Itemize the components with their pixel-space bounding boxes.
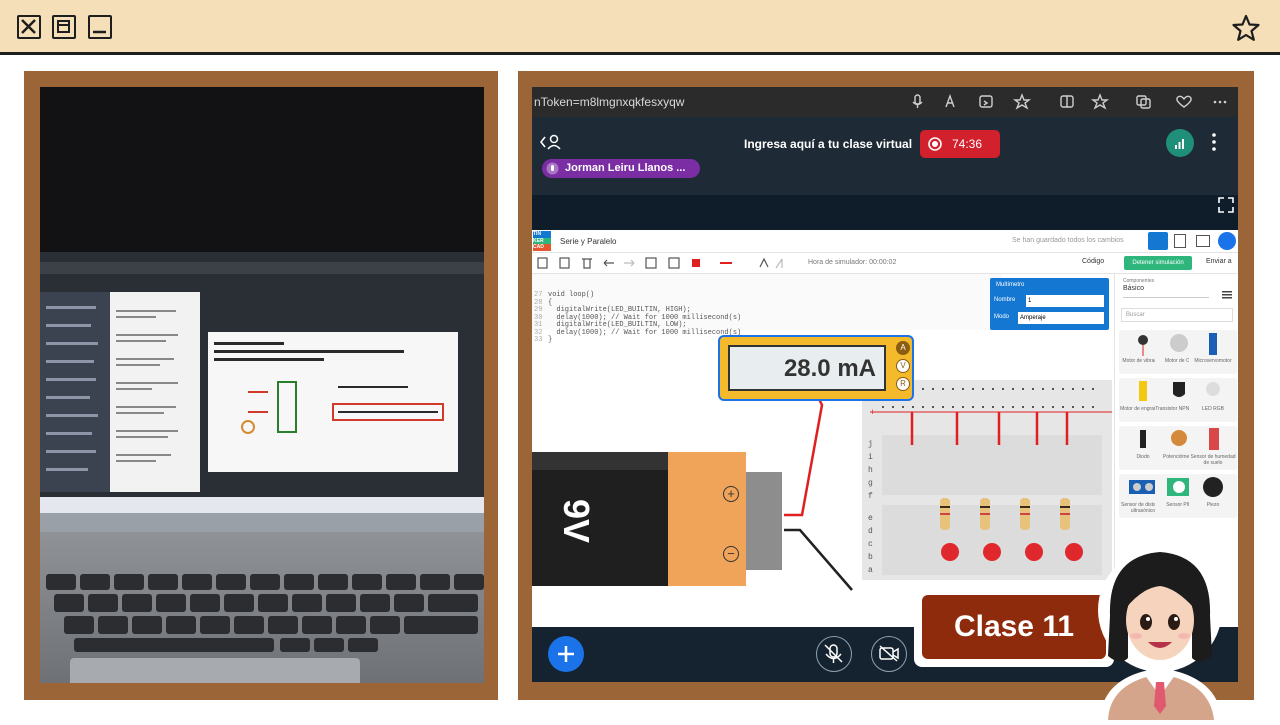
browser-address-bar: nToken=m8lmgnxqkfesxyqw [532, 87, 1238, 117]
photo-taskbar [40, 497, 484, 513]
maximize-icon[interactable] [52, 15, 76, 39]
minimize-icon[interactable] [88, 15, 112, 39]
touchpad [70, 658, 360, 683]
wire-black-battery [784, 528, 853, 591]
url-text[interactable]: nToken=m8lmgnxqkfesxyqw [534, 95, 684, 109]
speaker-mic-icon [546, 162, 559, 175]
more-icon [1213, 100, 1227, 104]
photo-chat-panel [110, 292, 200, 492]
fullscreen-icon[interactable] [1218, 197, 1234, 218]
mode-ammeter-button[interactable]: A [896, 341, 910, 355]
component-micro-servo[interactable]: Microservomotor [1189, 330, 1237, 374]
camera-off-button[interactable] [871, 636, 907, 672]
recording-time: 74:36 [952, 137, 983, 151]
window-title-bar [0, 0, 1280, 55]
component-soil-moisture-sensor[interactable]: Sensor de humedad de suelo [1189, 426, 1237, 470]
add-button[interactable] [548, 636, 584, 672]
laptop-screen [40, 252, 484, 532]
meeting-title: Ingresa aquí a tu clase virtual [744, 137, 913, 151]
record-icon [928, 137, 942, 151]
multimeter[interactable]: 28.0 mA A V R [718, 335, 914, 401]
laptop-keyboard [40, 532, 484, 683]
laptop-photo [40, 87, 484, 683]
components-header: Componentes [1123, 278, 1155, 284]
screen-share-icon [979, 95, 993, 108]
collections-icon [1136, 95, 1151, 109]
list-toggle-icon[interactable] [1222, 286, 1232, 304]
laptop-bezel [40, 513, 484, 532]
component-piezo[interactable]: Piezo [1189, 474, 1237, 518]
mode-ohmmeter-button[interactable]: R [896, 377, 910, 391]
room-background [40, 87, 484, 252]
favorite-icon [1012, 93, 1032, 110]
read-aloud-icon [945, 93, 955, 108]
signal-icon[interactable] [1166, 129, 1194, 157]
class-badge-label: Clase 11 [922, 595, 1106, 659]
speaker-badge: Jorman Leiru Llanos ... [542, 159, 700, 178]
mute-microphone-button[interactable] [816, 636, 852, 672]
photo-browser-tabs [40, 262, 484, 274]
mode-voltmeter-button[interactable]: V [896, 359, 910, 373]
component-search[interactable]: Buscar [1121, 308, 1233, 322]
category-select[interactable]: Básico [1123, 285, 1209, 298]
health-icon [1176, 95, 1192, 108]
more-options-icon[interactable] [1210, 131, 1218, 158]
camera-off-icon [879, 645, 899, 662]
star-icon[interactable] [1232, 14, 1260, 47]
multimeter-display: 28.0 mA [728, 345, 886, 391]
photo-whiteboard [208, 332, 458, 472]
meeting-header: Ingresa aquí a tu clase virtual 74:36 Jo… [532, 117, 1238, 195]
speaker-name: Jorman Leiru Llanos ... [565, 162, 686, 174]
photo-participant-list [40, 292, 110, 492]
back-user-icon[interactable] [539, 133, 562, 154]
close-icon[interactable] [17, 15, 41, 39]
components-panel: Componentes Básico Buscar Motor de vibra… [1114, 274, 1238, 574]
microphone-icon [912, 94, 923, 108]
avatar [1080, 536, 1240, 720]
microphone-off-icon [824, 644, 843, 663]
favorites-icon [1090, 93, 1110, 110]
split-screen-icon [1060, 95, 1074, 108]
meter-reading: 28.0 mA [783, 355, 876, 382]
component-rgb-led[interactable]: LED RGB [1189, 378, 1237, 422]
recording-badge[interactable]: 74:36 [920, 130, 1000, 158]
wire-red-battery [784, 394, 824, 517]
